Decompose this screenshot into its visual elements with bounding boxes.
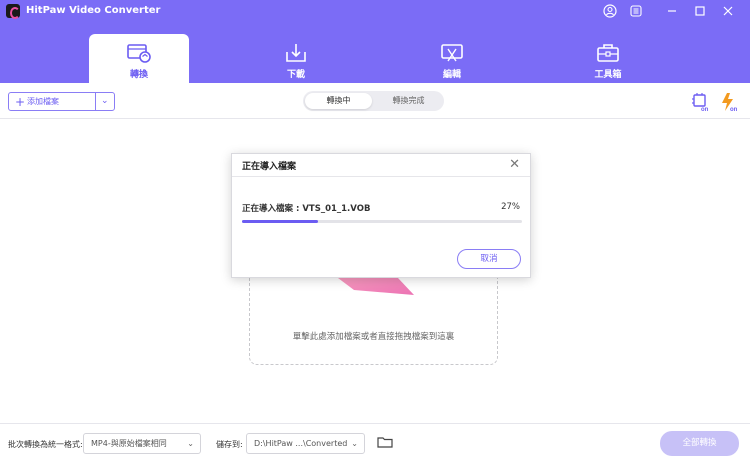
progress-fill [242, 220, 318, 223]
download-icon [286, 44, 306, 62]
convert-icon [127, 44, 151, 63]
plus-icon: + [15, 95, 26, 109]
close-icon[interactable]: ✕ [509, 157, 520, 172]
chevron-down-icon: ⌄ [187, 439, 194, 448]
tab-label: 下載 [286, 70, 305, 80]
add-files-button[interactable]: + 添加檔案 ⌄ [8, 92, 115, 111]
add-files-label: 添加檔案 [27, 97, 59, 106]
settings-icon[interactable] [628, 3, 644, 19]
output-format-select[interactable]: MP4-與原始檔案相同 ⌄ [83, 433, 201, 454]
progress-bar [242, 220, 522, 223]
turbo-label: on [730, 107, 738, 112]
chevron-down-icon: ⌄ [351, 439, 358, 448]
edit-icon [441, 44, 463, 62]
toolbox-icon [597, 44, 619, 62]
title-bar: HitPaw Video Converter [0, 0, 750, 22]
save-path-value: D:\HitPaw ...\Converted [254, 439, 348, 448]
tab-edit[interactable]: 編輯 [402, 34, 502, 83]
close-window-icon[interactable] [720, 3, 736, 19]
segment-converted[interactable]: 轉換完成 [375, 93, 442, 109]
convert-all-button[interactable]: 全部轉換 [660, 431, 739, 456]
tab-label: 編輯 [442, 70, 461, 80]
format-label: 批次轉換為統一格式: [8, 440, 83, 449]
import-dialog: 正在導入檔案 ✕ 正在導入檔案 : VTS_01_1.VOB 27% 取消 [231, 153, 531, 278]
tab-label: 轉換 [129, 70, 148, 80]
maximize-icon[interactable] [692, 3, 708, 19]
tab-convert[interactable]: 轉換 [89, 34, 189, 83]
dialog-header: 正在導入檔案 ✕ [232, 154, 530, 177]
progress-percent: 27% [501, 202, 520, 212]
tab-download[interactable]: 下載 [246, 34, 346, 83]
tab-toolbox[interactable]: 工具箱 [558, 34, 658, 83]
folder-icon[interactable] [377, 436, 393, 448]
segment-converting[interactable]: 轉換中 [305, 93, 372, 109]
output-format-value: MP4-與原始檔案相同 [91, 439, 167, 448]
account-icon[interactable] [602, 3, 618, 19]
chevron-down-icon[interactable]: ⌄ [101, 93, 109, 109]
app-title: HitPaw Video Converter [26, 5, 161, 16]
hardware-acceleration-icon[interactable]: on [691, 92, 711, 113]
save-path-select[interactable]: D:\HitPaw ...\Converted ⌄ [246, 433, 365, 454]
status-segment: 轉換中 轉換完成 [303, 91, 444, 111]
drop-zone-hint: 單擊此處添加檔案或者直接拖拽檔案到這裏 [292, 332, 455, 342]
dialog-title: 正在導入檔案 [242, 162, 297, 172]
import-file-label: 正在導入檔案 : VTS_01_1.VOB [242, 204, 371, 214]
tab-label: 工具箱 [594, 70, 622, 80]
save-to-label: 儲存到: [216, 440, 243, 449]
cancel-button[interactable]: 取消 [457, 249, 521, 269]
top-bar: HitPaw Video Converter 轉換 下載 編輯 工具箱 [0, 0, 750, 83]
bottom-bar: 批次轉換為統一格式: MP4-與原始檔案相同 ⌄ 儲存到: D:\HitPaw … [0, 423, 750, 462]
minimize-icon[interactable] [664, 3, 680, 19]
turbo-icon[interactable]: on [719, 92, 739, 113]
hw-accel-label: on [701, 107, 709, 112]
app-logo [6, 4, 20, 19]
divider [95, 93, 96, 110]
